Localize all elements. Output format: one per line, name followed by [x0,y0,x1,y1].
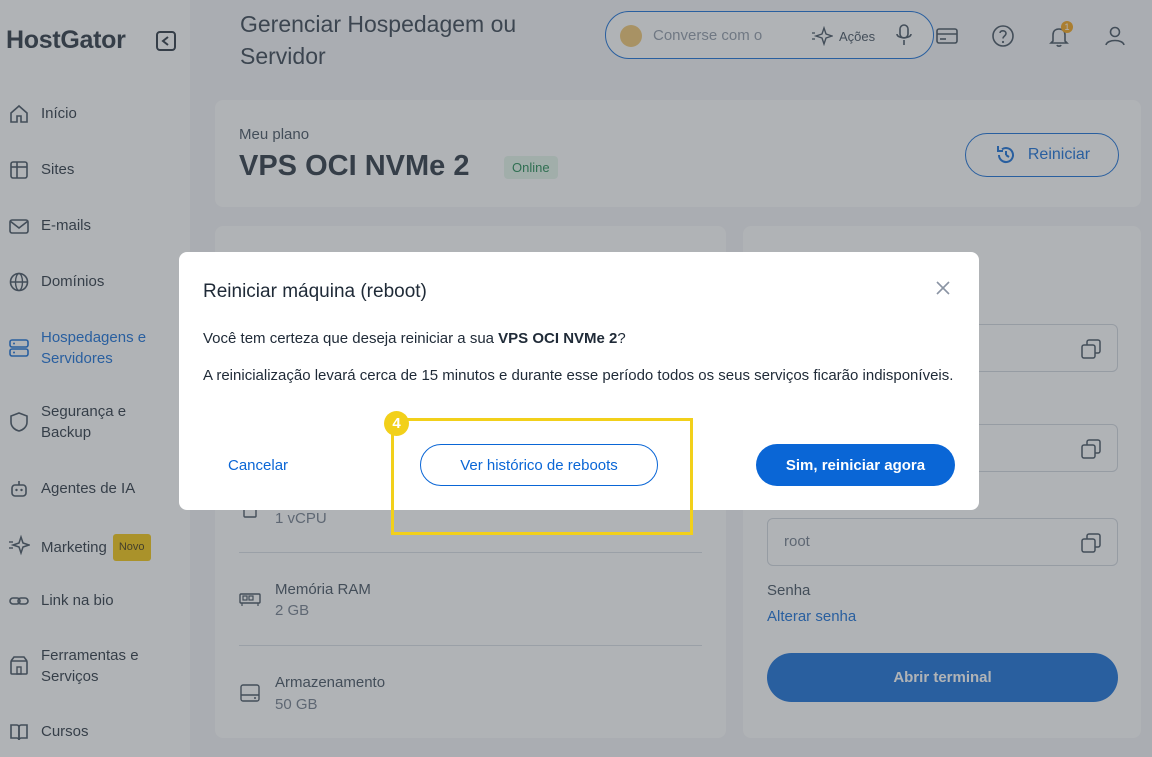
close-icon[interactable] [934,279,952,297]
cancel-button[interactable]: Cancelar [228,457,288,474]
question-prefix: Você tem certeza que deseja reiniciar a … [203,330,499,347]
step-number-badge: 4 [384,411,409,436]
confirm-reboot-button[interactable]: Sim, reiniciar agora [756,444,955,486]
dialog-question: Você tem certeza que deseja reiniciar a … [203,330,626,347]
step-highlight [391,418,693,535]
dialog-description: A reinicialização levará cerca de 15 min… [203,367,954,384]
dialog-title: Reiniciar máquina (reboot) [203,281,427,302]
question-plan-name: VPS OCI NVMe 2 [498,330,618,347]
question-suffix: ? [617,330,626,347]
